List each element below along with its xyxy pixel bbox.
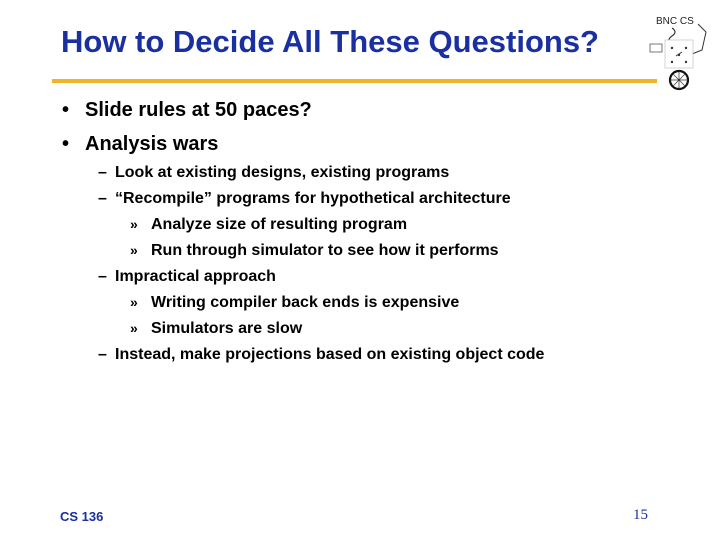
dash-marker: – (98, 164, 107, 181)
sub-bullet-item: – Impractical approach (98, 268, 276, 286)
logo-text: BNC CS (656, 16, 694, 27)
slide-title: How to Decide All These Questions? (61, 24, 599, 59)
bullet-item: • Analysis wars (62, 133, 218, 156)
sub-bullet-item: – “Recompile” programs for hypothetical a… (98, 190, 511, 208)
dash-marker: – (98, 190, 107, 207)
bullet-item: • Slide rules at 50 paces? (62, 99, 312, 122)
chevron-marker: » (130, 294, 138, 310)
sub-bullet-text: Look at existing designs, existing progr… (115, 164, 450, 181)
sub-bullet-text: Instead, make projections based on exist… (115, 346, 545, 363)
sub-bullet-text: Impractical approach (115, 268, 276, 285)
sub-bullet-item: – Look at existing designs, existing prog… (98, 164, 449, 182)
sub-sub-bullet-text: Simulators are slow (151, 320, 303, 337)
sub-sub-bullet-item: » Run through simulator to see how it per… (130, 242, 499, 260)
chevron-marker: » (130, 216, 138, 232)
bullet-marker: • (62, 99, 70, 121)
bullet-marker: • (62, 133, 70, 155)
dash-marker: – (98, 346, 107, 363)
bullet-text: Slide rules at 50 paces? (85, 99, 312, 121)
bullet-text: Analysis wars (85, 133, 219, 155)
sub-sub-bullet-text: Analyze size of resulting program (151, 216, 408, 233)
sub-bullet-text: “Recompile” programs for hypothetical ar… (115, 190, 511, 207)
sub-sub-bullet-text: Writing compiler back ends is expensive (151, 294, 460, 311)
sub-sub-bullet-item: » Writing compiler back ends is expensive (130, 294, 459, 312)
sub-sub-bullet-item: » Simulators are slow (130, 320, 302, 338)
title-underline (52, 79, 657, 83)
sub-sub-bullet-text: Run through simulator to see how it perf… (151, 242, 499, 259)
chevron-marker: » (130, 242, 138, 258)
page-number: 15 (633, 507, 648, 523)
chevron-marker: » (130, 320, 138, 336)
course-label: CS 136 (60, 509, 104, 524)
dash-marker: – (98, 268, 107, 285)
sub-sub-bullet-item: » Analyze size of resulting program (130, 216, 407, 234)
sub-bullet-item: – Instead, make projections based on exis… (98, 346, 544, 364)
bnc-cs-logo-icon: BNC CS (649, 16, 707, 91)
